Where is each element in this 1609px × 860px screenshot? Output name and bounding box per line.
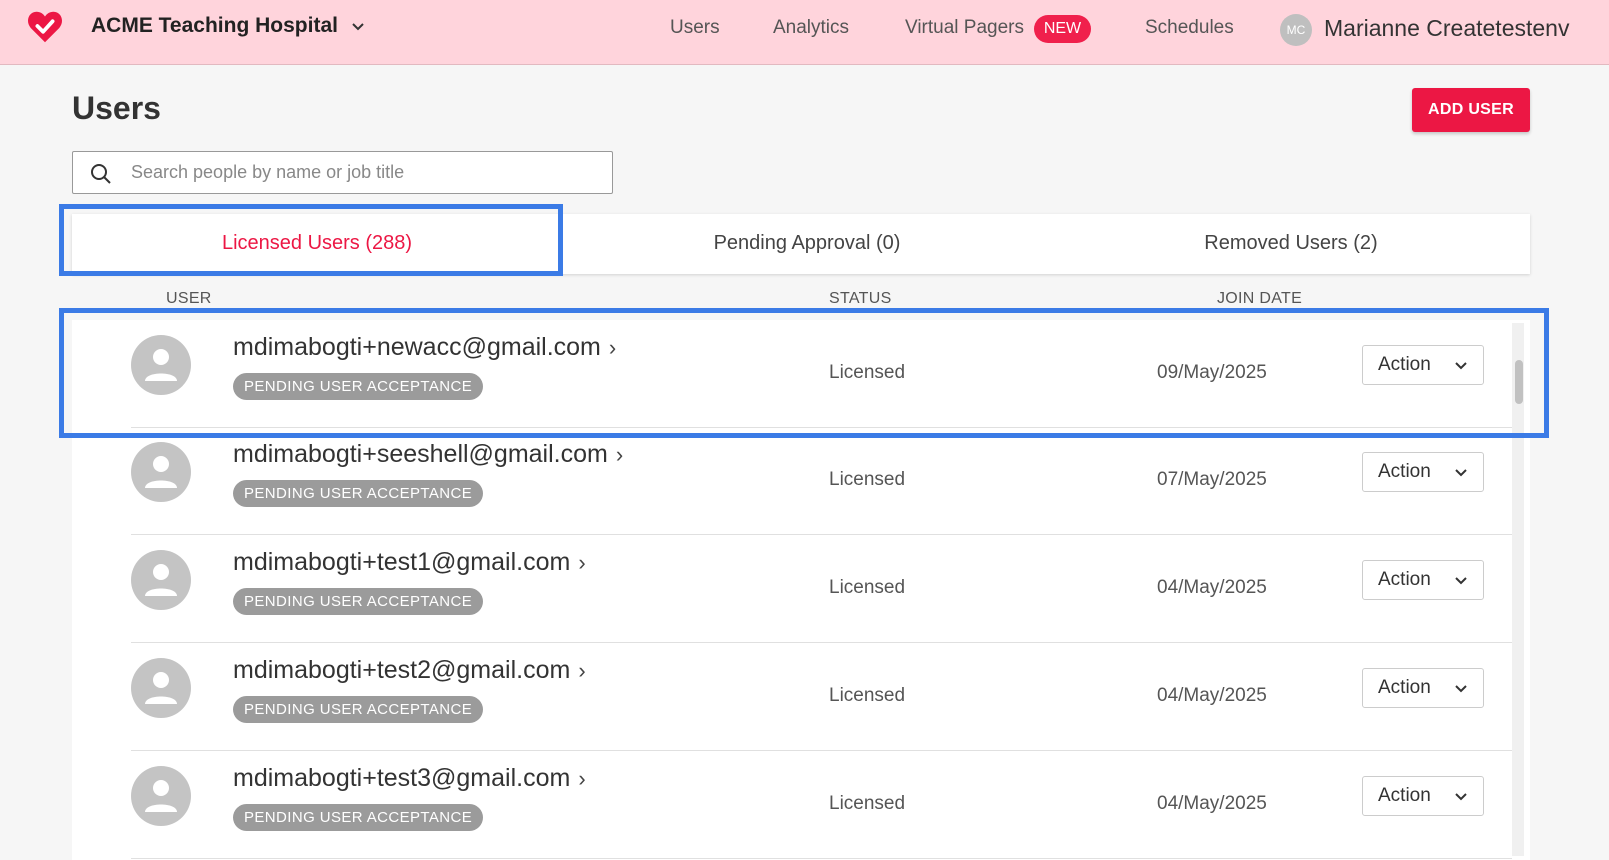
nav-users[interactable]: Users: [670, 17, 720, 39]
user-email: mdimabogti+test1@gmail.com: [233, 548, 571, 576]
action-label: Action: [1378, 785, 1431, 806]
chevron-down-icon: [1455, 469, 1467, 477]
organization-name: ACME Teaching Hospital: [91, 14, 338, 37]
chevron-down-icon: [1455, 577, 1467, 585]
user-email: mdimabogti+test2@gmail.com: [233, 656, 571, 684]
action-label: Action: [1378, 461, 1431, 482]
user-avatar-icon: [145, 456, 177, 488]
heart-check-logo-icon[interactable]: [26, 8, 64, 46]
action-label: Action: [1378, 569, 1431, 590]
chevron-down-icon: [352, 23, 364, 31]
highlight-box-tab: [59, 204, 563, 276]
status-badge: PENDING USER ACCEPTANCE: [233, 480, 484, 507]
user-avatar[interactable]: MC: [1280, 14, 1312, 46]
action-dropdown[interactable]: Action: [1362, 668, 1484, 708]
join-date: 04/May/2025: [1157, 793, 1267, 814]
top-navigation-bar: ACME Teaching Hospital Users Analytics V…: [0, 0, 1609, 65]
avatar: [131, 766, 191, 826]
tab-removed-users[interactable]: Removed Users (2): [1052, 214, 1530, 274]
action-dropdown[interactable]: Action: [1362, 452, 1484, 492]
user-status: Licensed: [829, 685, 906, 706]
avatar: [131, 550, 191, 610]
organization-switcher[interactable]: ACME Teaching Hospital: [91, 14, 366, 38]
status-badge: PENDING USER ACCEPTANCE: [233, 804, 484, 831]
add-user-button[interactable]: ADD USER: [1412, 88, 1530, 132]
join-date: 07/May/2025: [1157, 469, 1267, 490]
chevron-down-icon: [1455, 685, 1467, 693]
chevron-right-icon: ›: [578, 766, 586, 791]
user-avatar-icon: [145, 672, 177, 704]
tab-pending-approval[interactable]: Pending Approval (0): [562, 214, 1052, 274]
nav-virtual-pagers[interactable]: Virtual Pagers: [905, 17, 1024, 39]
user-email: mdimabogti+seeshell@gmail.com: [233, 440, 608, 468]
user-menu-name[interactable]: Marianne Createtestenv: [1324, 15, 1569, 42]
chevron-down-icon: [1455, 793, 1467, 801]
search-icon: [91, 164, 111, 184]
action-label: Action: [1378, 677, 1431, 698]
column-header-join-date: JOIN DATE: [1217, 290, 1303, 307]
join-date: 04/May/2025: [1157, 577, 1267, 598]
user-email: mdimabogti+test3@gmail.com: [233, 764, 571, 792]
user-avatar-icon: [145, 780, 177, 812]
avatar: [131, 442, 191, 502]
user-email-link[interactable]: mdimabogti+seeshell@gmail.com ›: [233, 440, 623, 469]
column-header-status: STATUS: [829, 290, 892, 307]
user-status: Licensed: [829, 577, 906, 598]
user-status: Licensed: [829, 469, 906, 490]
highlight-box-row: [59, 308, 1549, 438]
search-input[interactable]: [131, 152, 601, 193]
status-badge: PENDING USER ACCEPTANCE: [233, 696, 484, 723]
user-status: Licensed: [829, 793, 906, 814]
table-row: mdimabogti+test1@gmail.com › PENDING USER…: [72, 535, 1512, 643]
table-row: mdimabogti+test2@gmail.com › PENDING USER…: [72, 643, 1512, 751]
new-badge: NEW: [1034, 15, 1091, 43]
chevron-right-icon: ›: [578, 658, 586, 683]
action-dropdown[interactable]: Action: [1362, 776, 1484, 816]
column-header-user: USER: [166, 290, 212, 307]
action-dropdown[interactable]: Action: [1362, 560, 1484, 600]
user-avatar-icon: [145, 564, 177, 596]
nav-analytics[interactable]: Analytics: [773, 17, 849, 39]
table-row: mdimabogti+seeshell@gmail.com › PENDING U…: [72, 427, 1512, 535]
user-email-link[interactable]: mdimabogti+test1@gmail.com ›: [233, 548, 586, 577]
row-divider: [131, 858, 1512, 859]
status-badge: PENDING USER ACCEPTANCE: [233, 588, 484, 615]
chevron-right-icon: ›: [615, 442, 624, 467]
user-email-link[interactable]: mdimabogti+test3@gmail.com ›: [233, 764, 586, 793]
avatar: [131, 658, 191, 718]
table-row: mdimabogti+test3@gmail.com › PENDING USER…: [72, 751, 1512, 859]
user-email-link[interactable]: mdimabogti+test2@gmail.com ›: [233, 656, 586, 685]
page-title: Users: [72, 90, 161, 126]
nav-schedules[interactable]: Schedules: [1145, 17, 1234, 39]
chevron-right-icon: ›: [578, 550, 586, 575]
join-date: 04/May/2025: [1157, 685, 1267, 706]
search-box[interactable]: [72, 151, 613, 194]
